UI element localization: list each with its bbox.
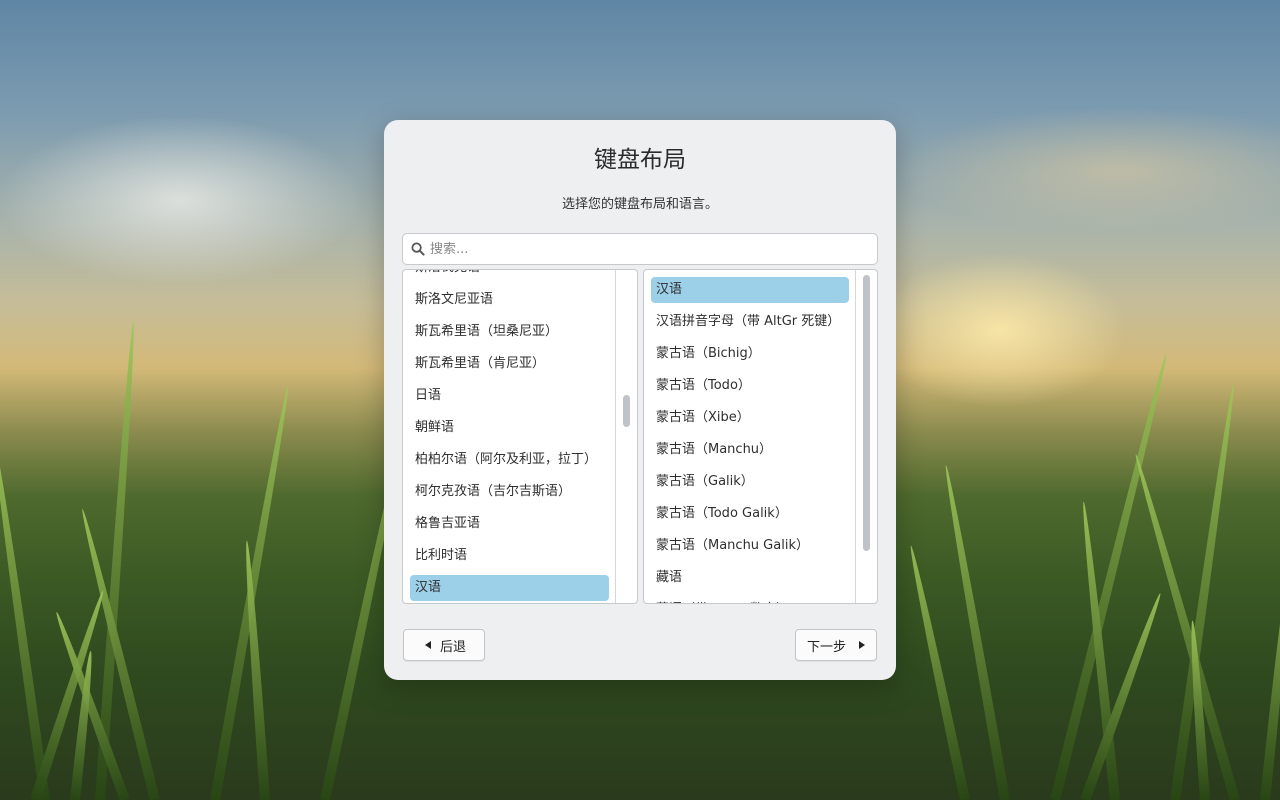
grass-blade xyxy=(1187,620,1210,800)
grass-blade xyxy=(941,464,1010,800)
list-item-label: 蒙古语（Galik） xyxy=(656,474,754,489)
list-item-label: 蒙古语（Manchu） xyxy=(656,442,773,457)
arrow-right-icon xyxy=(859,641,866,649)
list-item[interactable]: 斯洛文尼亚语 xyxy=(403,284,615,316)
list-item-label: 斯瓦希里语（肯尼亚） xyxy=(415,356,546,371)
list-item-label: 汉语 xyxy=(656,282,683,297)
list-item[interactable]: 汉语 xyxy=(403,572,615,603)
list-item[interactable]: 日语 xyxy=(403,380,615,412)
list-item-label: 蒙古语（Bichig） xyxy=(656,346,761,361)
list-item[interactable]: 柏柏尔语（阿尔及利亚，拉丁） xyxy=(403,444,615,476)
list-item[interactable]: 蒙古语（Todo Galik） xyxy=(644,498,855,530)
list-item[interactable]: 藏语（带 ASCII 数字） xyxy=(644,594,855,603)
grass-blade xyxy=(30,589,108,800)
list-item[interactable]: 蒙古语（Bichig） xyxy=(644,338,855,370)
list-item[interactable]: 蒙古语（Todo） xyxy=(644,370,855,402)
grass-blade xyxy=(1050,352,1172,800)
list-item-label: 柏柏尔语（阿尔及利亚，拉丁） xyxy=(415,452,598,467)
list-item[interactable]: 朝鲜语 xyxy=(403,412,615,444)
list-item-label: 蒙古语（Xibe） xyxy=(656,410,750,425)
list-item[interactable]: 蒙古语（Galik） xyxy=(644,466,855,498)
list-item[interactable]: 比利时语 xyxy=(403,540,615,572)
list-item-label: 柯尔克孜语（吉尔吉斯语） xyxy=(415,484,572,499)
list-item[interactable]: 蒙古语（Manchu） xyxy=(644,434,855,466)
layout-list-viewport: 汉语汉语拼音字母（带 AltGr 死键） 蒙古语（Bichig） 蒙古语（Todo）… xyxy=(644,270,855,603)
list-item-label: 藏语（带 ASCII 数字） xyxy=(656,602,789,603)
list-item-label: 蒙古语（Manchu Galik） xyxy=(656,538,809,553)
language-list-scrollbar[interactable] xyxy=(616,270,637,603)
grass-blade xyxy=(1130,452,1240,800)
grass-blade xyxy=(0,442,50,800)
grass-blade xyxy=(51,610,130,800)
list-item[interactable]: 柯尔克孜语（吉尔吉斯语） xyxy=(403,476,615,508)
layout-list-scrollbar[interactable] xyxy=(856,270,877,603)
grass-blade xyxy=(906,544,970,800)
list-item-label: 日语 xyxy=(415,388,442,403)
search-input[interactable] xyxy=(430,234,870,264)
keyboard-layout-dialog: 键盘布局 选择您的键盘布局和语言。 斯洛伐克语斯洛文尼亚语斯瓦希里语（坦桑尼亚）… xyxy=(384,120,896,680)
list-item[interactable]: 斯洛伐克语 xyxy=(403,270,615,284)
list-item-label: 朝鲜语 xyxy=(415,420,455,435)
search-box[interactable] xyxy=(402,233,878,265)
list-item-label: 汉语 xyxy=(415,580,442,595)
list-item[interactable]: 蒙古语（Xibe） xyxy=(644,402,855,434)
grass-blade xyxy=(1170,383,1239,800)
grass-blade xyxy=(77,507,160,800)
list-item-label: 斯瓦希里语（坦桑尼亚） xyxy=(415,324,559,339)
list-item[interactable]: 汉语拼音字母（带 AltGr 死键） xyxy=(644,306,855,338)
language-list: 斯洛伐克语斯洛文尼亚语斯瓦希里语（坦桑尼亚） 斯瓦希里语（肯尼亚） 日语朝鲜语柏柏尔… xyxy=(403,270,615,603)
list-item-label: 蒙古语（Todo Galik） xyxy=(656,506,788,521)
list-item-label: 比利时语 xyxy=(415,548,468,563)
list-item-label: 斯洛文尼亚语 xyxy=(415,292,494,307)
layout-scroll-thumb[interactable] xyxy=(863,275,870,551)
list-item[interactable]: 藏语 xyxy=(644,562,855,594)
layout-list: 汉语汉语拼音字母（带 AltGr 死键） 蒙古语（Bichig） 蒙古语（Todo）… xyxy=(644,274,855,603)
grass-blade xyxy=(210,385,293,800)
list-item[interactable]: 汉语 xyxy=(644,274,855,306)
grass-blade xyxy=(241,540,270,800)
language-list-panel: 斯洛伐克语斯洛文尼亚语斯瓦希里语（坦桑尼亚） 斯瓦希里语（肯尼亚） 日语朝鲜语柏柏尔… xyxy=(402,269,638,604)
dialog-subtitle: 选择您的键盘布局和语言。 xyxy=(561,197,718,212)
grass-blade xyxy=(70,650,96,800)
list-item[interactable]: 蒙古语（Manchu Galik） xyxy=(644,530,855,562)
list-item[interactable]: 斯瓦希里语（肯尼亚） xyxy=(403,348,615,380)
list-item[interactable]: 格鲁吉亚语 xyxy=(403,508,615,540)
next-button[interactable]: 下一步 xyxy=(795,629,877,661)
list-item[interactable]: 斯瓦希里语（坦桑尼亚） xyxy=(403,316,615,348)
list-item-label: 藏语 xyxy=(656,570,683,585)
grass-blade xyxy=(1080,591,1165,800)
language-list-viewport: 斯洛伐克语斯洛文尼亚语斯瓦希里语（坦桑尼亚） 斯瓦希里语（肯尼亚） 日语朝鲜语柏柏尔… xyxy=(403,270,615,603)
back-button-label: 后退 xyxy=(440,639,467,655)
next-button-label: 下一步 xyxy=(807,639,847,655)
grass-blade xyxy=(1078,501,1120,800)
back-button[interactable]: 后退 xyxy=(403,629,485,661)
grass-blade xyxy=(95,320,139,800)
dialog-title: 键盘布局 xyxy=(594,147,686,173)
language-scroll-thumb[interactable] xyxy=(623,395,630,427)
list-item-label: 斯洛伐克语 xyxy=(415,270,480,275)
layout-list-panel: 汉语汉语拼音字母（带 AltGr 死键） 蒙古语（Bichig） 蒙古语（Todo）… xyxy=(643,269,878,604)
list-item-label: 格鲁吉亚语 xyxy=(415,516,481,531)
search-icon xyxy=(411,242,425,256)
grass-blade xyxy=(1260,550,1280,800)
arrow-left-icon xyxy=(425,641,431,649)
list-item-label: 汉语拼音字母（带 AltGr 死键） xyxy=(656,314,841,329)
list-item-label: 蒙古语（Todo） xyxy=(656,378,751,393)
